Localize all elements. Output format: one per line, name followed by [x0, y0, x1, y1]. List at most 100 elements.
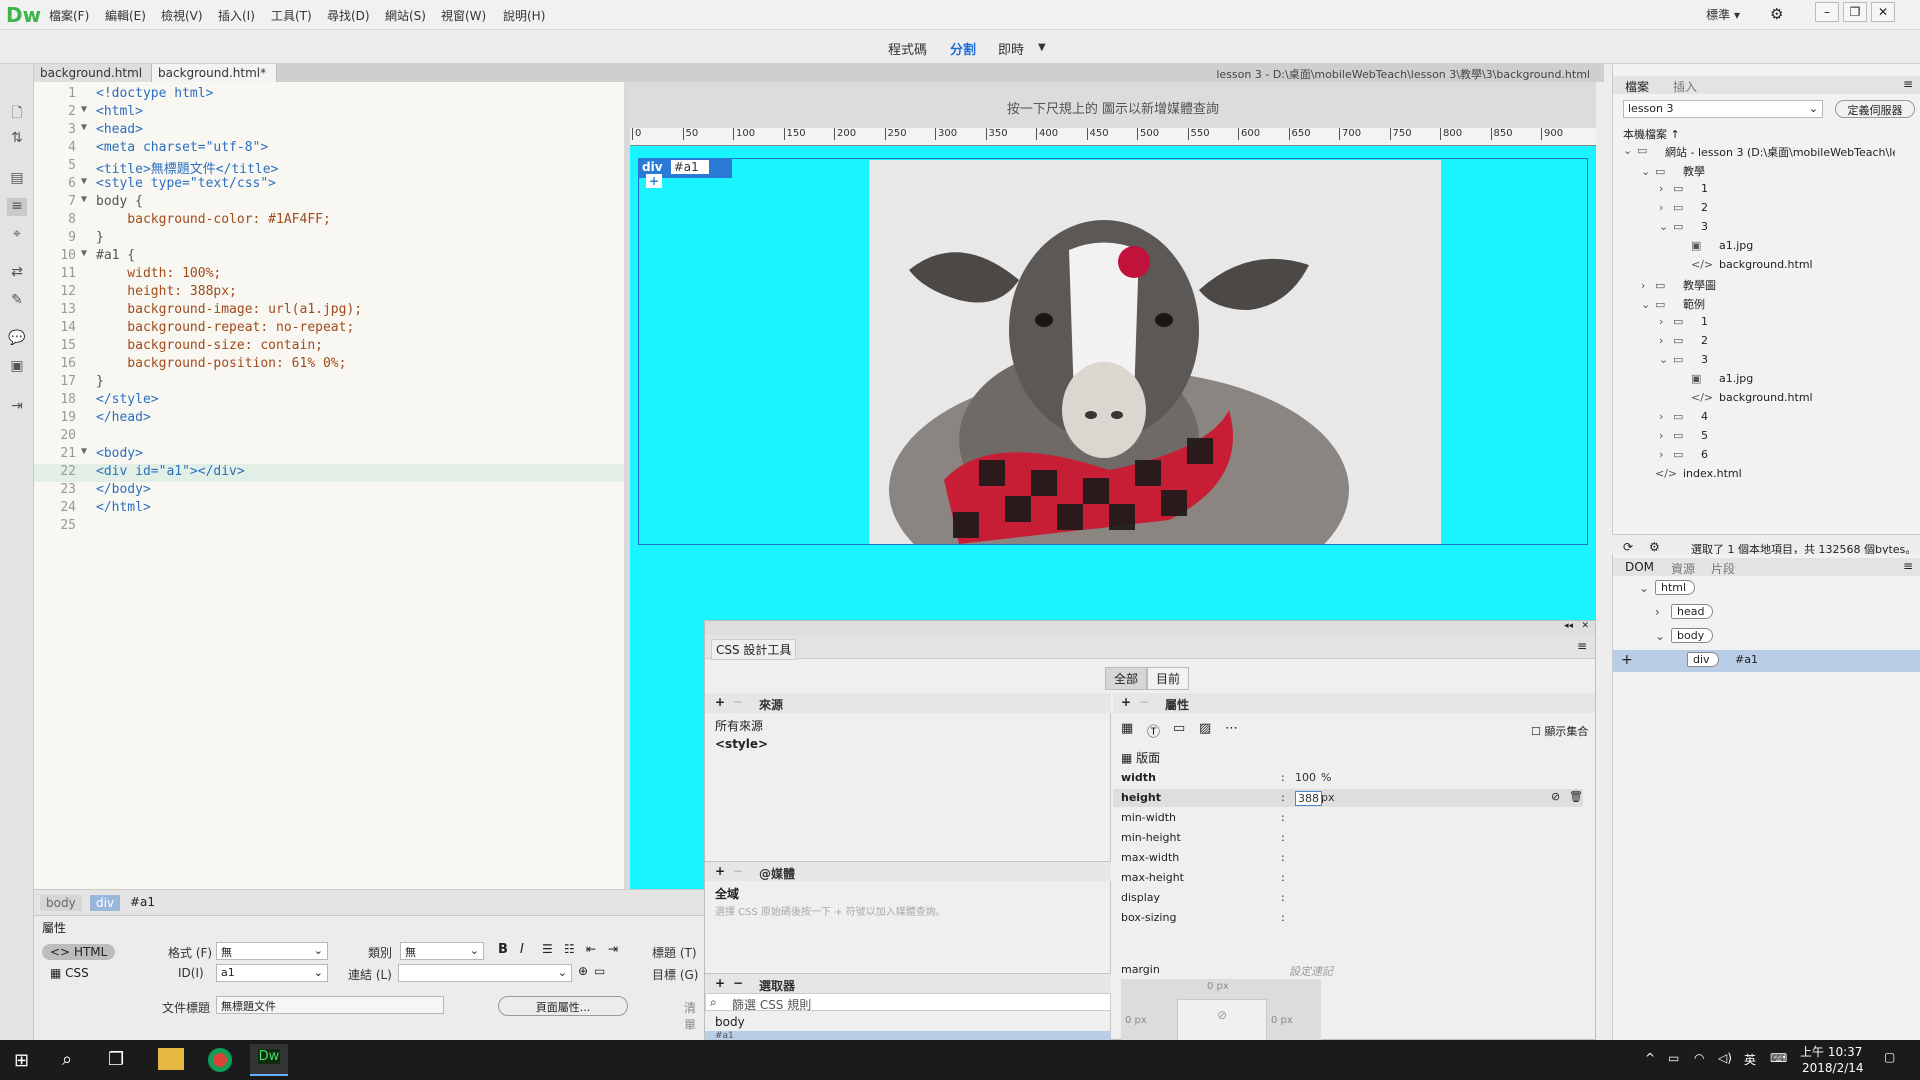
- dom-node[interactable]: + div #a1: [1613, 650, 1920, 672]
- file-tree-item[interactable]: </> index.html: [1641, 467, 1742, 485]
- outdent-icon[interactable]: ⇤: [586, 942, 596, 956]
- code-line[interactable]: 19 </head>: [34, 410, 624, 428]
- file-tree-item[interactable]: ▣ a1.jpg: [1677, 239, 1753, 257]
- menu-tools[interactable]: 工具(T): [271, 7, 312, 24]
- tab-files[interactable]: 檔案: [1625, 78, 1649, 95]
- css-property-row[interactable]: box-sizing:: [1113, 909, 1583, 927]
- chevron-down-icon[interactable]: ⌄: [1639, 581, 1649, 595]
- tab-background-html-modified[interactable]: background.html* ✕: [152, 64, 277, 94]
- file-tree-item[interactable]: ⌄ ▭ 範例: [1641, 296, 1705, 314]
- add-media-icon[interactable]: +: [715, 864, 725, 878]
- element-badge-id[interactable]: #a1: [670, 160, 709, 174]
- fold-toggle-icon[interactable]: ▼: [81, 176, 87, 187]
- code-line[interactable]: 22 <div id="a1"></div>: [34, 464, 624, 482]
- keyboard-icon[interactable]: ⌨: [1770, 1051, 1787, 1065]
- wifi-icon[interactable]: ◠: [1694, 1051, 1704, 1065]
- document-icon[interactable]: ▤: [7, 170, 27, 188]
- css-property-value[interactable]: 388: [1295, 791, 1322, 806]
- code-line[interactable]: 21 ▼ <body>: [34, 446, 624, 464]
- maximize-button[interactable]: ❐: [1843, 2, 1867, 22]
- chevron-down-icon[interactable]: ⌄: [1641, 165, 1655, 178]
- code-view-button[interactable]: 程式碼: [888, 39, 927, 58]
- chevron-right-icon[interactable]: ›: [1659, 429, 1673, 442]
- margin-top[interactable]: 0 px: [1207, 981, 1229, 992]
- brush-icon[interactable]: ✎: [7, 292, 27, 310]
- code-line[interactable]: 25: [34, 518, 624, 536]
- html-mode-button[interactable]: <> HTML: [42, 944, 116, 960]
- code-line[interactable]: 2 ▼ <html>: [34, 104, 624, 122]
- add-class-icon[interactable]: +: [646, 174, 663, 188]
- source-style[interactable]: <style>: [715, 737, 768, 751]
- chevron-down-icon[interactable]: ⌄: [1655, 629, 1665, 643]
- italic-button[interactable]: I: [520, 942, 524, 957]
- connect-icon[interactable]: ⚙: [1649, 540, 1660, 554]
- dreamweaver-taskbar-icon[interactable]: Dw: [250, 1044, 288, 1076]
- css-mode-button[interactable]: ▦ CSS: [50, 966, 89, 980]
- margin-box[interactable]: 0 px 0 px 0 px ⊘: [1121, 979, 1321, 1041]
- menu-edit[interactable]: 編輯(E): [105, 7, 146, 24]
- tray-chevron-icon[interactable]: ^: [1645, 1051, 1655, 1065]
- menu-help[interactable]: 說明(H): [503, 7, 545, 24]
- list-items-button[interactable]: 清單: [684, 999, 704, 1033]
- code-line[interactable]: 6 ▼ <style type="text/css">: [34, 176, 624, 194]
- tag-div[interactable]: div: [90, 895, 121, 911]
- code-editor[interactable]: 1 <!doctype html> 2 ▼ <html> 3 ▼ <head> 4 <meta c…: [34, 82, 624, 889]
- code-line[interactable]: 14 background-repeat: no-repeat;: [34, 320, 624, 338]
- page-properties-button[interactable]: 頁面屬性...: [498, 996, 628, 1016]
- chevron-right-icon[interactable]: ›: [1659, 334, 1673, 347]
- background-category-icon[interactable]: ▨: [1199, 721, 1211, 736]
- file-tree-item[interactable]: ▣ a1.jpg: [1677, 372, 1753, 390]
- layout-category-icon[interactable]: ▦: [1121, 721, 1133, 736]
- menu-site[interactable]: 網站(S): [385, 7, 426, 24]
- menu-find[interactable]: 尋找(D): [327, 7, 370, 24]
- dom-node[interactable]: ⌄ body: [1613, 626, 1920, 648]
- selector-filter[interactable]: ⌕ 篩選 CSS 規則: [705, 993, 1111, 1012]
- css-property-row[interactable]: min-width:: [1113, 809, 1583, 827]
- target-icon[interactable]: ⌖: [7, 226, 27, 244]
- css-property-unit[interactable]: px: [1321, 791, 1335, 804]
- code-line[interactable]: 16 background-position: 61% 0%;: [34, 356, 624, 374]
- add-element-icon[interactable]: +: [1621, 652, 1633, 668]
- ime-indicator[interactable]: 英: [1744, 1051, 1756, 1068]
- chevron-down-icon[interactable]: ⌄: [1623, 144, 1637, 157]
- code-line[interactable]: 11 width: 100%;: [34, 266, 624, 284]
- source-all[interactable]: 所有來源: [715, 717, 763, 734]
- delete-property-icon[interactable]: 🗑: [1569, 790, 1583, 803]
- unordered-list-icon[interactable]: ☰: [542, 942, 553, 956]
- split-view-button[interactable]: 分割: [950, 39, 976, 58]
- wrap-icon[interactable]: ⇄: [7, 264, 27, 282]
- code-line[interactable]: 7 ▼ body {: [34, 194, 624, 212]
- clock-time[interactable]: 上午 10:37: [1800, 1043, 1862, 1060]
- css-property-row[interactable]: max-height:: [1113, 869, 1583, 887]
- chevron-right-icon[interactable]: ›: [1659, 315, 1673, 328]
- file-explorer-icon[interactable]: [158, 1048, 184, 1070]
- file-tree-item[interactable]: › ▭ 教學圖: [1641, 277, 1716, 295]
- remove-media-icon[interactable]: −: [733, 864, 743, 878]
- dom-tag[interactable]: div: [1687, 652, 1719, 667]
- mode-all-button[interactable]: 全部: [1105, 667, 1148, 690]
- text-category-icon[interactable]: Ⓣ: [1147, 721, 1160, 740]
- fold-toggle-icon[interactable]: ▼: [81, 194, 87, 205]
- css-property-row[interactable]: max-width:: [1113, 849, 1583, 867]
- fold-toggle-icon[interactable]: ▼: [81, 104, 87, 115]
- panel-menu-icon[interactable]: ≡: [1577, 639, 1587, 653]
- collapse-icon[interactable]: ◂◂: [1564, 621, 1573, 631]
- ruler[interactable]: 0 50 100 150 200 250 300 350 400 450 500 550 600 650 7…: [630, 128, 1596, 146]
- css-property-row[interactable]: width:100%: [1113, 769, 1583, 787]
- tag-body[interactable]: body: [40, 895, 82, 911]
- more-category-icon[interactable]: ⋯: [1225, 721, 1238, 736]
- code-line[interactable]: 20: [34, 428, 624, 446]
- chevron-right-icon[interactable]: ›: [1659, 182, 1673, 195]
- link-icon[interactable]: ⊘: [1177, 999, 1267, 1041]
- code-line[interactable]: 17}: [34, 374, 624, 392]
- code-line[interactable]: 13 background-image: url(a1.jpg);: [34, 302, 624, 320]
- dom-node[interactable]: ⌄ html: [1613, 578, 1920, 600]
- file-tree-item[interactable]: ⌄ ▭ 3: [1659, 220, 1708, 238]
- code-line[interactable]: 15 background-size: contain;: [34, 338, 624, 356]
- close-window-button[interactable]: ✕: [1871, 2, 1895, 22]
- add-property-icon[interactable]: +: [1121, 695, 1131, 709]
- format-icon[interactable]: ≡: [7, 198, 27, 216]
- file-tree-item[interactable]: › ▭ 4: [1659, 410, 1708, 428]
- code-line[interactable]: 10 ▼ #a1 {: [34, 248, 624, 266]
- code-line[interactable]: 24 </html>: [34, 500, 624, 518]
